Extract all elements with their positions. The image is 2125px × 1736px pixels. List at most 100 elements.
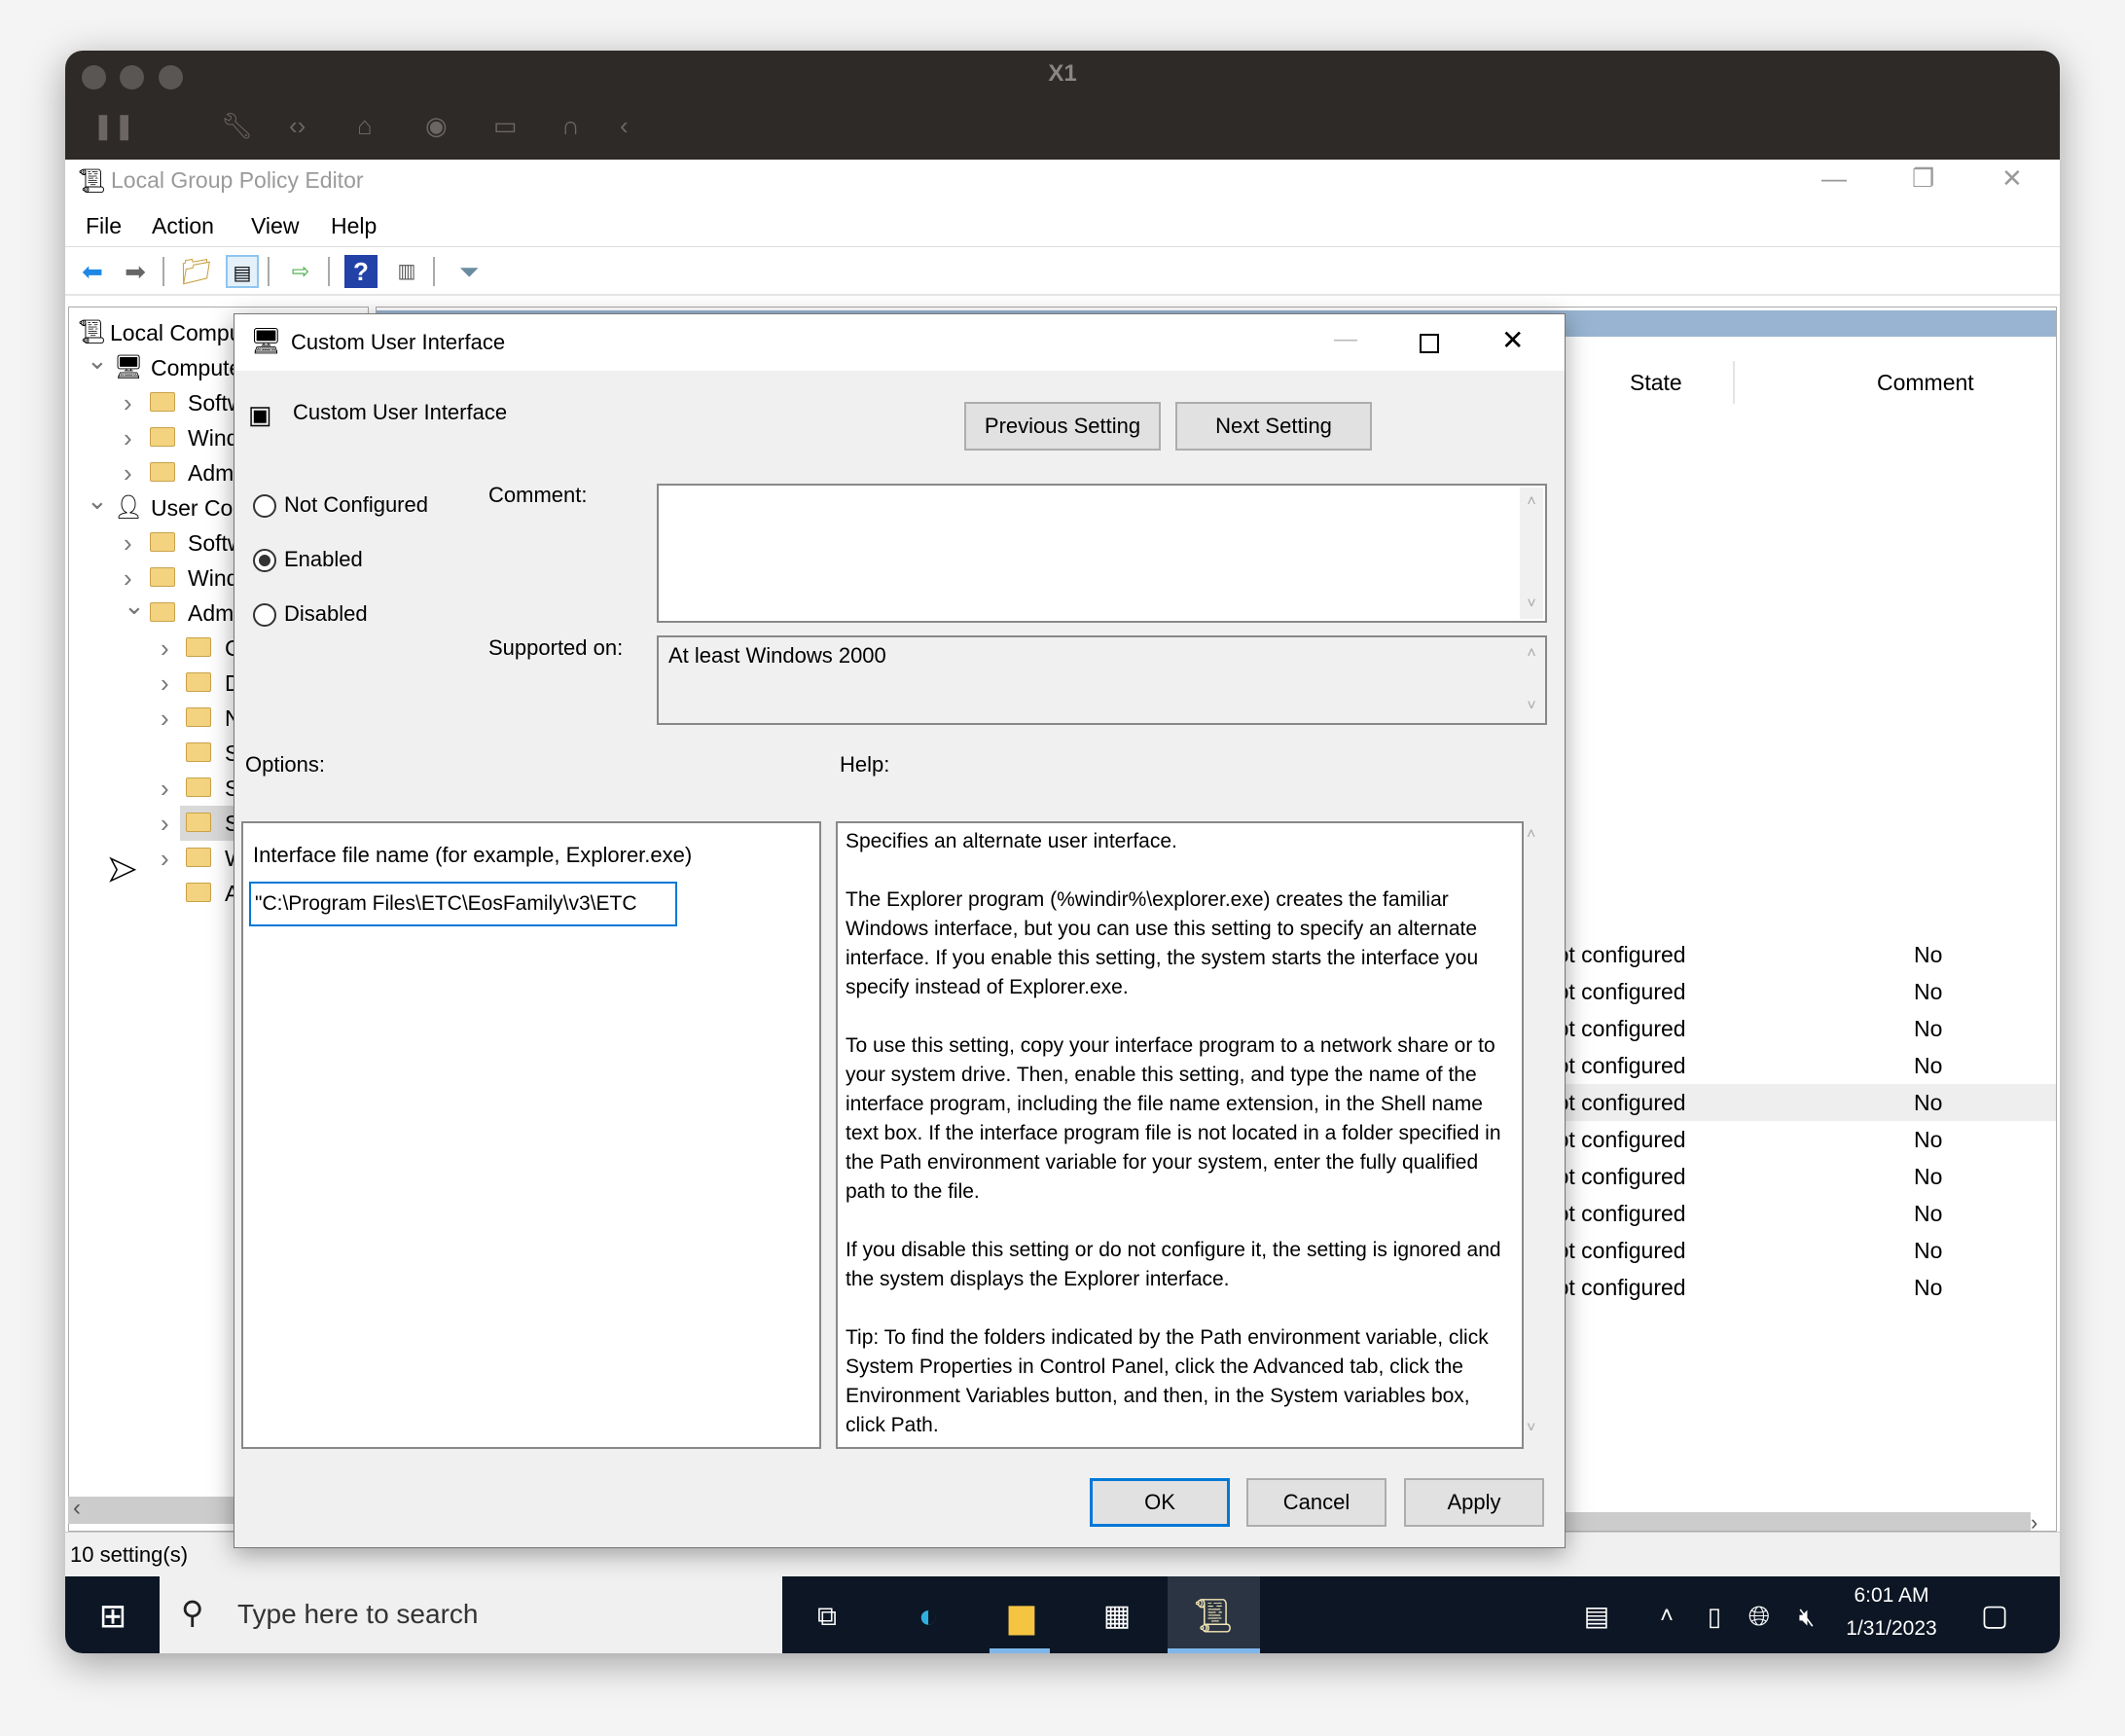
policy-scroll-icon: 📜︎ (77, 168, 107, 195)
previous-setting-button[interactable]: Previous Setting (964, 402, 1161, 451)
menu-view[interactable]: View (251, 213, 299, 239)
filter-icon[interactable]: ⏷ (452, 255, 486, 288)
back-icon[interactable]: ‹ (620, 111, 629, 141)
clock-time[interactable]: 6:01 AM (1846, 1584, 1937, 1608)
export-list-icon[interactable]: ⇨ (284, 255, 317, 288)
dialog-close-button[interactable]: ✕ (1501, 324, 1524, 356)
windows-start-icon[interactable]: ⊞ (90, 1594, 135, 1639)
chevron-right-icon[interactable]: › (161, 771, 180, 806)
cancel-button[interactable]: Cancel (1246, 1478, 1387, 1527)
notification-icon[interactable]: ▢ (1972, 1594, 2017, 1639)
chevron-right-icon[interactable]: › (124, 525, 143, 561)
news-icon[interactable]: ▤ (1574, 1594, 1619, 1639)
show-action-pane-icon[interactable]: ▥ (390, 255, 423, 288)
running-indicator (990, 1648, 1050, 1653)
vm-titlebar: X1 ❚❚ 🔧︎ ‹› ⌂ ◉ ▭ ∩ ‹ (65, 51, 2060, 160)
drive-icon[interactable]: ⌂ (357, 111, 373, 141)
help-icon[interactable]: ? (344, 255, 378, 288)
menu-bar: File Action View Help (65, 203, 2060, 247)
chevron-right-icon[interactable]: › (124, 455, 143, 490)
comment-cell: No (1914, 1238, 1943, 1263)
comment-textarea[interactable]: ˄ ˅ (657, 484, 1547, 623)
search-box[interactable]: ⚲ Type here to search (160, 1576, 782, 1653)
file-explorer-icon[interactable]: ▆ (999, 1594, 1044, 1639)
folder-icon (186, 813, 211, 832)
gpedit-scroll-icon[interactable]: 📜︎ (1191, 1594, 1236, 1639)
scroll-right-icon[interactable]: › (2031, 1510, 2037, 1531)
chevron-down-icon[interactable]: ⌄ (87, 343, 108, 378)
wrench-icon[interactable]: 🔧︎ (221, 111, 253, 141)
comment-cell: No (1914, 1090, 1943, 1115)
chevron-down-icon[interactable]: ⌄ (87, 483, 108, 518)
show-hide-tree-icon[interactable]: ▤ (226, 255, 259, 288)
app-title: Local Group Policy Editor (111, 167, 364, 193)
radio-circle[interactable] (253, 494, 276, 518)
column-header-state[interactable]: State (1630, 370, 1682, 396)
chevron-right-icon[interactable]: › (124, 420, 143, 455)
chevron-right-icon[interactable]: › (161, 841, 180, 876)
close-button[interactable]: ✕ (2001, 163, 2023, 194)
search-placeholder[interactable]: Type here to search (237, 1599, 478, 1630)
menu-file[interactable]: File (86, 213, 122, 239)
comment-scrollbar[interactable]: ˄ ˅ (1520, 488, 1543, 619)
folder-icon (186, 742, 211, 762)
device-icon[interactable]: ▯ (1692, 1594, 1737, 1639)
minimize-button[interactable]: — (1821, 163, 1847, 194)
toolbar: ⬅ ➡ 📁︎ ▤ ⇨ ? ▥ ⏷ (65, 247, 2060, 296)
comment-cell: No (1914, 1164, 1943, 1189)
forward-arrow-icon[interactable]: ➡ (119, 255, 152, 288)
comment-cell: No (1914, 979, 1943, 1004)
next-setting-button[interactable]: Next Setting (1175, 402, 1372, 451)
microsoft-store-icon[interactable]: ▦ (1095, 1594, 1139, 1639)
running-indicator (1168, 1648, 1260, 1653)
menu-action[interactable]: Action (152, 213, 214, 239)
edge-icon[interactable]: ◐ (906, 1594, 951, 1639)
chevron-up-icon[interactable]: ˄ (1644, 1594, 1689, 1639)
column-header-comment[interactable]: Comment (1877, 370, 1974, 396)
folder-icon (150, 462, 175, 482)
scroll-left-icon[interactable]: ‹ (73, 1495, 81, 1522)
dialog-titlebar: 🖥︎ Custom User Interface — ✕ (234, 314, 1565, 371)
video-icon[interactable]: ▭ (493, 111, 518, 141)
interface-file-name-input[interactable] (249, 882, 677, 926)
menu-help[interactable]: Help (331, 213, 377, 239)
help-scroll-down-icon[interactable]: ˅ (1527, 1420, 1535, 1437)
comment-cell: No (1914, 1016, 1943, 1041)
camera-icon[interactable]: ◉ (425, 111, 448, 141)
chevron-right-icon[interactable]: › (161, 666, 180, 701)
ok-button[interactable]: OK (1090, 1478, 1230, 1527)
user-icon: 👤︎ (114, 494, 144, 521)
chevron-right-icon[interactable]: › (161, 701, 180, 736)
headphones-icon[interactable]: ∩ (561, 111, 580, 141)
folder-icon (150, 532, 175, 552)
up-folder-icon[interactable]: 📁︎ (180, 255, 213, 288)
toolbar-separator (433, 257, 435, 286)
help-panel: Specifies an alternate user interface. T… (836, 821, 1524, 1449)
supported-scrollbar[interactable]: ˄ ˅ (1520, 639, 1543, 721)
chevron-down-icon[interactable]: ⌄ (124, 588, 145, 623)
supported-on-box: At least Windows 2000 ˄ ˅ (657, 635, 1547, 725)
folder-icon (186, 707, 211, 727)
back-arrow-icon[interactable]: ⬅ (76, 255, 109, 288)
folder-icon (186, 848, 211, 867)
dialog-maximize-button[interactable] (1420, 334, 1439, 353)
dialog-minimize-button[interactable]: — (1334, 326, 1357, 353)
chevron-right-icon[interactable]: › (161, 631, 180, 666)
globe-network-icon[interactable]: 🌐︎ (1737, 1594, 1782, 1639)
apply-button[interactable]: Apply (1404, 1478, 1544, 1527)
folder-icon (150, 427, 175, 447)
option-field-label: Interface file name (for example, Explor… (253, 843, 693, 867)
radio-circle[interactable] (253, 603, 276, 627)
chevron-right-icon[interactable]: › (161, 806, 180, 841)
radio-circle-selected[interactable] (253, 549, 276, 572)
help-label: Help: (840, 752, 890, 777)
help-scroll-up-icon[interactable]: ˄ (1527, 826, 1535, 844)
restore-button[interactable]: ❐ (1912, 163, 1934, 194)
clock-date[interactable]: 1/31/2023 (1838, 1617, 1945, 1641)
code-icon[interactable]: ‹› (289, 111, 306, 141)
pause-icon[interactable]: ❚❚ (92, 111, 135, 141)
radio-label: Enabled (284, 547, 363, 571)
volume-muted-icon[interactable]: 🔇︎ (1784, 1594, 1829, 1639)
chevron-right-icon[interactable]: › (124, 385, 143, 420)
task-view-icon[interactable]: ⧉ (805, 1594, 849, 1639)
